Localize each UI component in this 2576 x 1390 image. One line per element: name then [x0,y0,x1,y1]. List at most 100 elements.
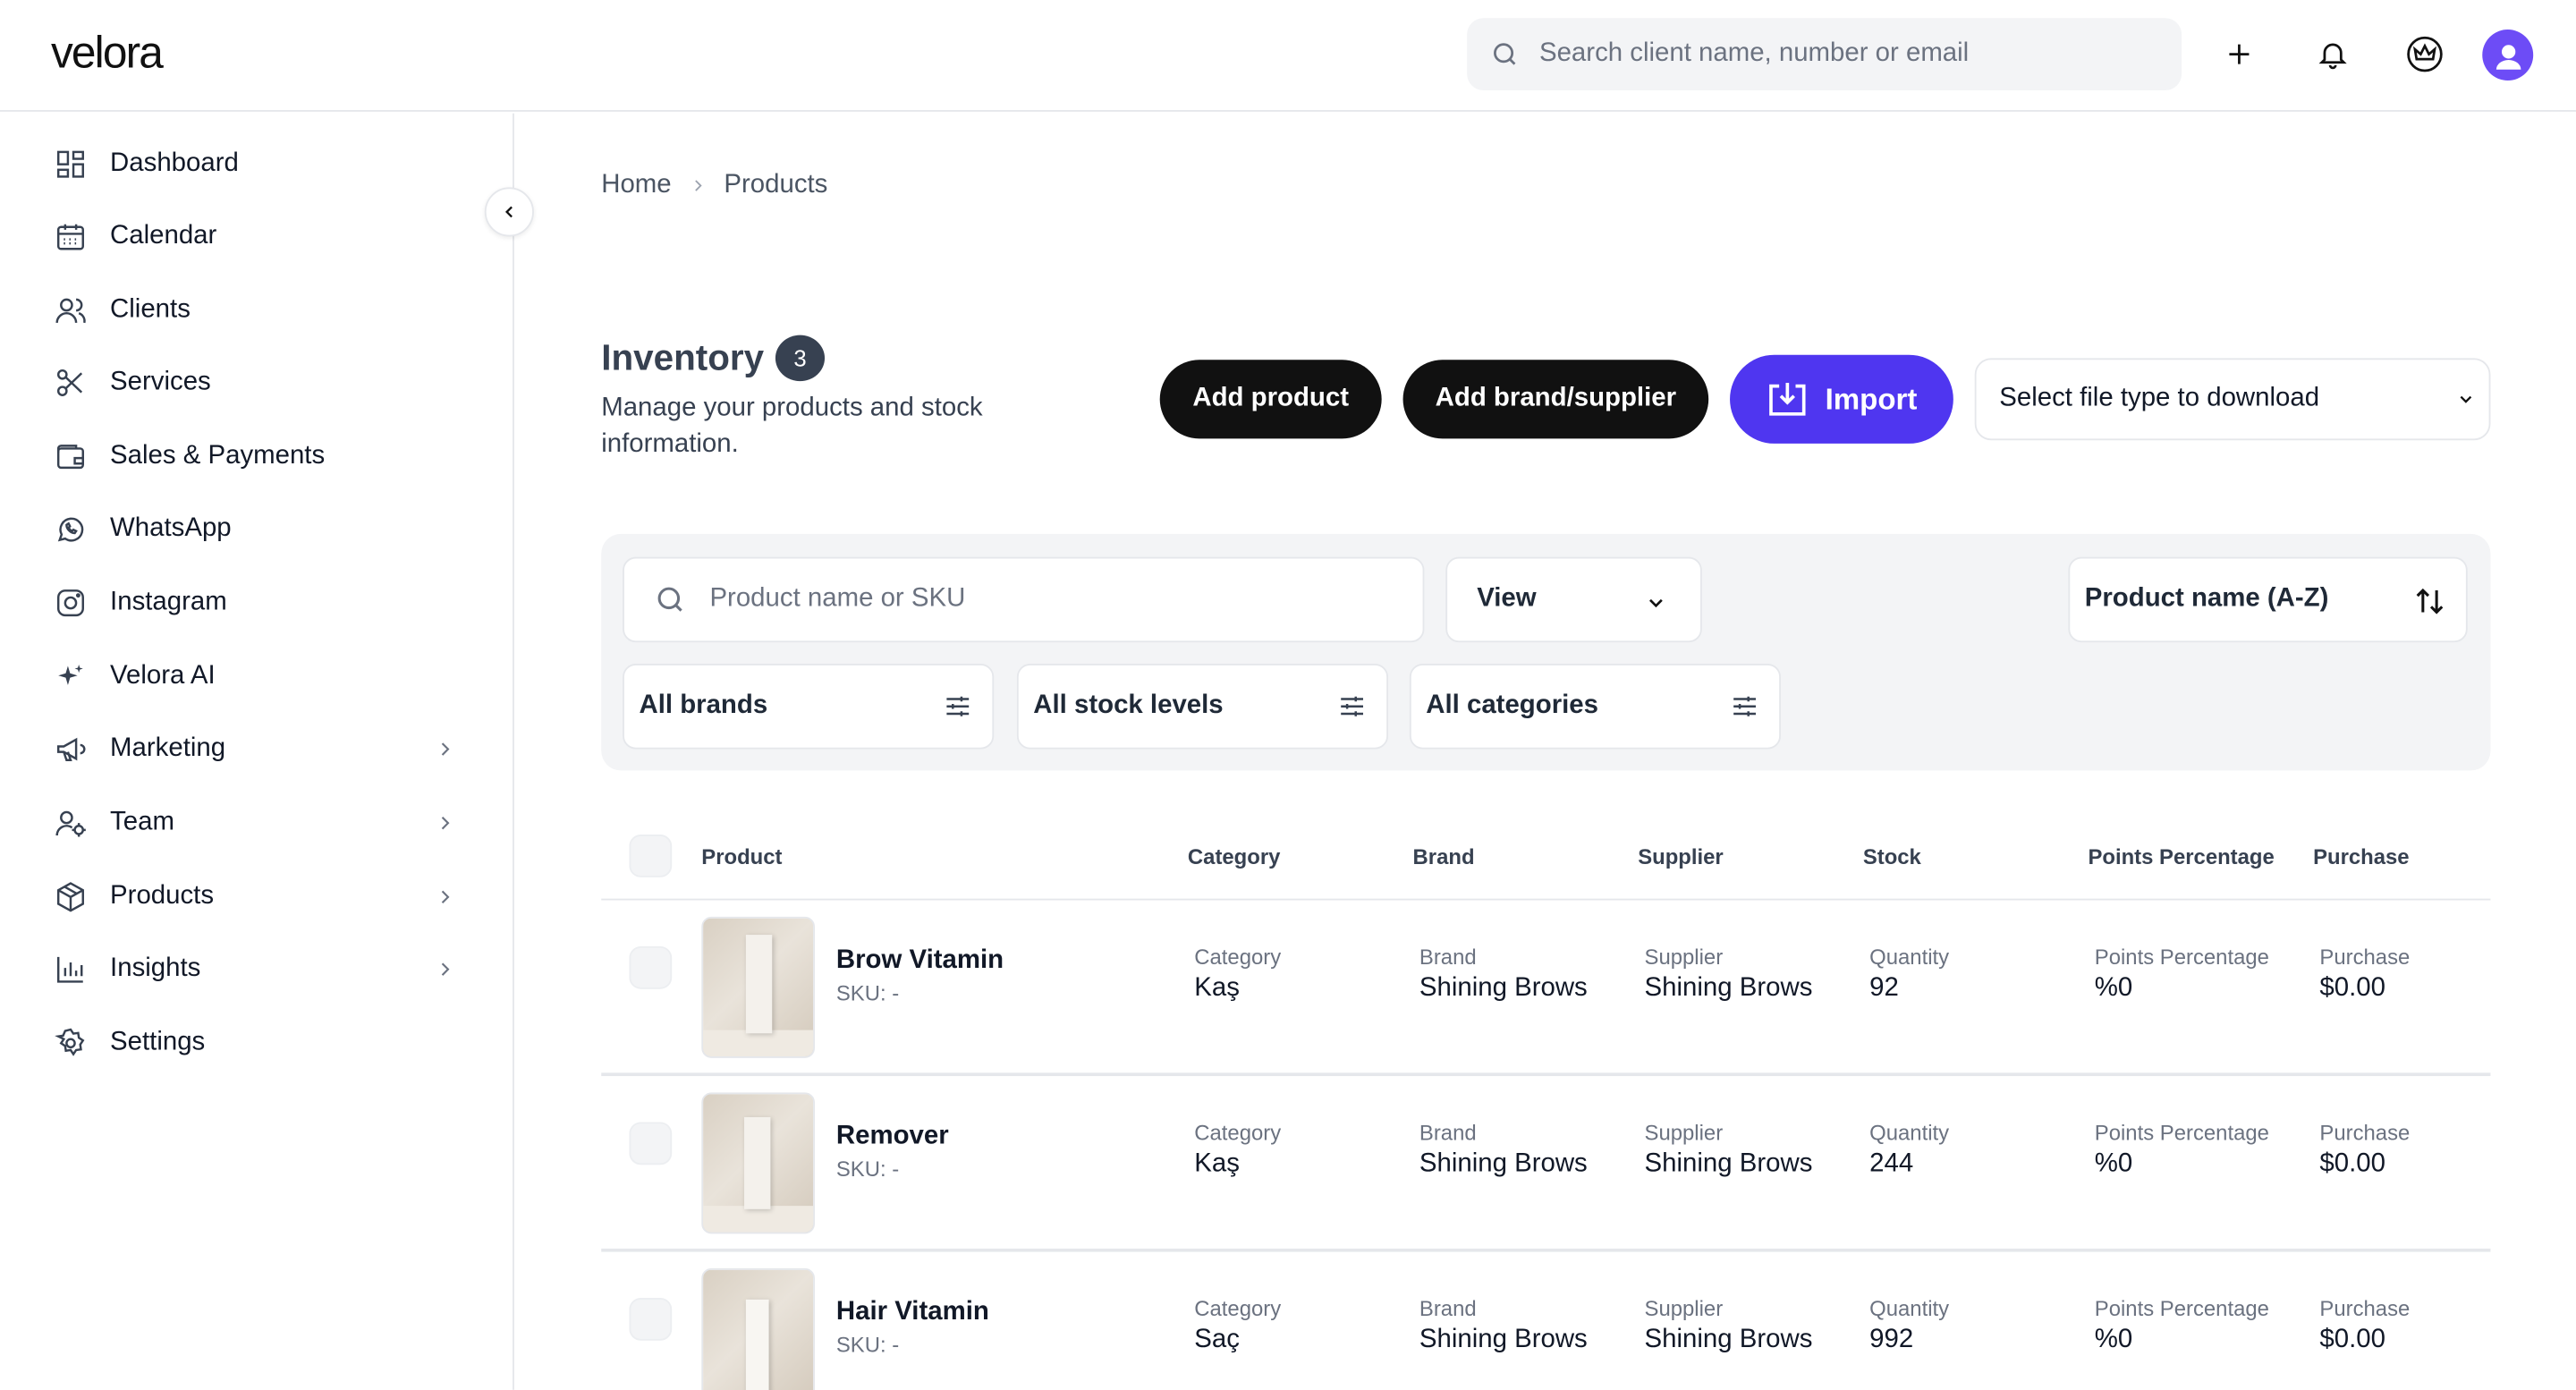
table-row[interactable]: Hair Vitamin SKU: - Category Saç Brand S… [601,1252,2490,1390]
supplier-label: Supplier [1644,1296,1724,1321]
categories-filter-label: All categories [1426,691,1598,720]
sidebar-item-settings[interactable]: Settings [53,1017,463,1070]
stock-levels-filter[interactable]: All stock levels [1016,664,1389,750]
points-label: Points Percentage [2094,1296,2269,1321]
column-header-supplier[interactable]: Supplier [1638,844,1724,869]
chevron-right-icon [441,817,450,830]
sidebar-item-whatsapp[interactable]: WhatsApp [53,503,463,555]
column-header-points-percentage[interactable]: Points Percentage [2088,844,2274,869]
global-search-placeholder: Search client name, number or email [1538,39,1970,68]
chevron-down-icon [2460,395,2472,403]
file-type-select[interactable]: Select file type to download [1974,358,2491,441]
sidebar-item-instagram[interactable]: Instagram [53,577,463,630]
column-header-stock[interactable]: Stock [1863,844,1921,869]
sort-select-label: Product name (A-Z) [2084,584,2329,614]
points-value: %0 [2094,974,2133,1003]
supplier-value: Shining Brows [1644,1326,1813,1354]
sidebar-item-label: Calendar [110,221,217,250]
supplier-label: Supplier [1644,945,1724,970]
select-all-checkbox[interactable] [629,835,673,877]
import-button-label: Import [1825,382,1918,415]
table-row[interactable]: Brow Vitamin SKU: - Category Kaş Brand S… [601,901,2491,1077]
page-subtitle: Manage your products and stock informati… [601,394,983,459]
sidebar-item-insights[interactable]: Insights [53,943,463,996]
notifications-button[interactable] [2309,30,2355,79]
brand-value: Shining Brows [1419,974,1588,1003]
product-name[interactable]: Brow Vitamin [836,946,1004,976]
brand-label: Brand [1419,1120,1477,1146]
column-header-category[interactable]: Category [1188,844,1281,869]
row-checkbox[interactable] [629,1297,673,1341]
column-header-brand[interactable]: Brand [1413,844,1475,869]
sparkle-icon [53,659,89,695]
supplier-value: Shining Brows [1644,1149,1813,1178]
import-button[interactable]: Import [1730,354,1953,444]
chart-icon [53,951,89,987]
points-value: %0 [2094,1326,2133,1354]
category-label: Category [1194,1296,1282,1321]
category-label: Category [1194,1120,1282,1146]
add-product-button[interactable]: Add product [1159,360,1382,439]
sidebar-item-sales-payments[interactable]: Sales & Payments [53,430,463,483]
collapse-sidebar-button[interactable] [484,187,534,237]
sort-select[interactable]: Product name (A-Z) [2068,556,2468,643]
sidebar-item-team[interactable]: Team [53,797,463,850]
sidebar: Dashboard Calendar Clients Services Sale… [0,113,514,1390]
sidebar-item-label: Settings [110,1028,206,1056]
product-thumbnail [701,916,816,1058]
box-icon [53,879,89,915]
breadcrumb-home[interactable]: Home [601,171,671,200]
sidebar-item-velora-ai[interactable]: Velora AI [53,650,463,703]
sidebar-item-calendar[interactable]: Calendar [53,210,463,263]
view-select[interactable]: View [1445,556,1702,643]
product-search-input[interactable]: Product name or SKU [623,556,1425,643]
chevron-right-icon [688,176,708,196]
sidebar-item-label: Team [110,808,174,836]
points-label: Points Percentage [2094,1120,2269,1146]
global-search-input[interactable]: Search client name, number or email [1467,18,2182,91]
sidebar-item-dashboard[interactable]: Dashboard [53,138,463,191]
table-row[interactable]: Remover SKU: - Category Kaş Brand Shinin… [601,1076,2491,1252]
purchase-label: Purchase [2319,945,2411,970]
purchase-label: Purchase [2319,1296,2411,1321]
import-icon [1769,382,1806,416]
add-brand-supplier-button[interactable]: Add brand/supplier [1402,360,1709,439]
sidebar-item-clients[interactable]: Clients [53,284,463,337]
sidebar-item-marketing[interactable]: Marketing [53,723,463,776]
category-value: Kaş [1194,1149,1240,1178]
sidebar-item-services[interactable]: Services [53,357,463,410]
row-checkbox[interactable] [629,1122,673,1165]
quantity-value: 244 [1869,1149,1914,1178]
gear-icon [53,1025,89,1061]
crown-icon [2407,36,2443,72]
filter-panel: Product name or SKU View Product name (A… [601,533,2491,771]
column-header-purchase[interactable]: Purchase [2313,844,2410,869]
brands-filter[interactable]: All brands [623,664,995,750]
product-search-placeholder: Product name or SKU [709,584,966,614]
column-header-product[interactable]: Product [701,844,782,869]
brands-filter-label: All brands [639,691,768,720]
categories-filter[interactable]: All categories [1409,664,1781,750]
premium-button[interactable] [2402,30,2447,79]
row-checkbox[interactable] [629,945,673,989]
add-new-button[interactable] [2216,30,2262,79]
top-bar: velora Search client name, number or ema… [0,0,2576,112]
user-avatar[interactable] [2482,30,2534,81]
product-name[interactable]: Remover [836,1122,949,1151]
sidebar-item-label: Products [110,882,215,911]
product-name[interactable]: Hair Vitamin [836,1298,989,1327]
product-thumbnail [701,1092,816,1234]
inventory-count-badge: 3 [775,335,826,382]
supplier-value: Shining Brows [1644,974,1813,1003]
page-title-row: Inventory 3 [601,335,826,382]
velora-logo[interactable]: velora [51,28,164,79]
points-value: %0 [2094,1149,2133,1178]
quantity-value: 92 [1869,974,1899,1003]
sidebar-item-label: Dashboard [110,149,239,178]
purchase-label: Purchase [2319,1120,2411,1146]
category-label: Category [1194,945,1282,970]
user-icon [2495,44,2521,69]
points-label: Points Percentage [2094,945,2269,970]
breadcrumb: Home Products [601,171,827,200]
sidebar-item-products[interactable]: Products [53,870,463,923]
